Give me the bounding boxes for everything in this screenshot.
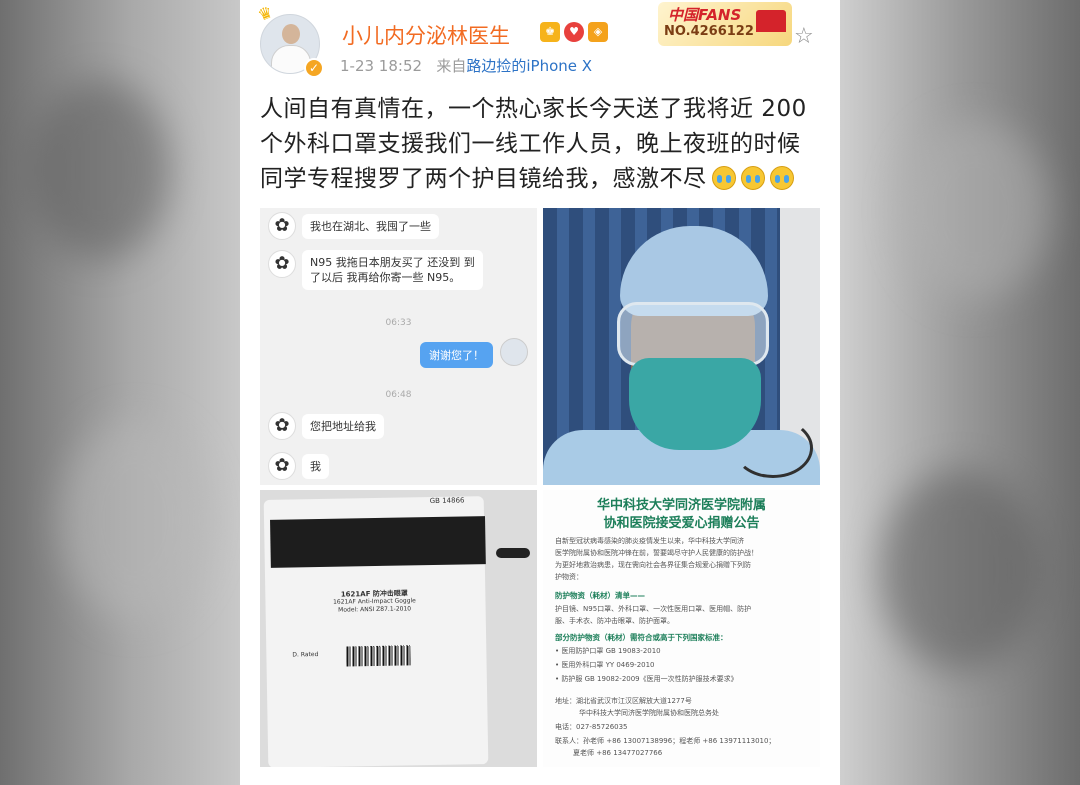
- background-left: [0, 0, 240, 785]
- package-label: 1621AF 防冲击眼罩 1621AF Anti-Impact Goggle M…: [333, 589, 416, 614]
- post-image-chat[interactable]: ✿ 我也在湖北、我囤了一些 ✿ N95 我拖日本朋友买了 还没到 到 了以后 我…: [260, 208, 537, 485]
- post-timestamp: 1-23 18:52: [340, 57, 423, 75]
- post-text-line: 同学专程搜罗了两个护目镜给我，感激不尽: [260, 162, 825, 197]
- post-image-selfie[interactable]: [543, 208, 820, 485]
- notice-text: 自新型冠状病毒感染的肺炎疫情发生以来，华中科技大学同济: [555, 537, 744, 545]
- weibo-post: ♛ ✓ 小儿内分泌林医生 ♚ ♥ ◈ 中国FANS NO.4266122 ☆ 1…: [240, 0, 840, 785]
- notice-title: 华中科技大学同济医学院附属: [596, 498, 766, 513]
- notice-text: 华中科技大学同济医学院附属协和医院总务处: [579, 709, 719, 717]
- chat-time: 06:48: [385, 390, 412, 400]
- notice-text: • 医用外科口罩 YY 0469-2010: [555, 661, 655, 669]
- chat-bubble: 我也在湖北、我囤了一些: [302, 214, 439, 239]
- notice-heading: 防护物资（耗材）清单——: [555, 591, 645, 600]
- medal-badge-icon[interactable]: ◈: [588, 22, 608, 42]
- chat-avatar-icon: ✿: [268, 412, 296, 440]
- background-right: [840, 0, 1080, 785]
- chat-avatar-icon: ✿: [268, 250, 296, 278]
- notice-text: 服、手术衣、防冲击眼罩、防护面罩。: [555, 617, 674, 625]
- notice-text: 护物资：: [555, 573, 583, 581]
- post-image-notice[interactable]: 华中科技大学同济医学院附属 协和医院接受爱心捐赠公告 自新型冠状病毒感染的肺炎疫…: [543, 490, 820, 767]
- post-source-link[interactable]: 路边捡的iPhone X: [466, 57, 592, 75]
- notice-text: 医学院附属协和医院冲锋在前，誓要竭尽守护人民健康的防护战！: [555, 549, 758, 557]
- chat-bubble: 您把地址给我: [302, 414, 384, 439]
- user-badges: ♚ ♥ ◈: [540, 22, 608, 42]
- pen-shape: [496, 548, 530, 558]
- vip-badge-icon[interactable]: ♚: [540, 22, 560, 42]
- chat-bubble: 我: [302, 454, 329, 479]
- heart-badge-icon[interactable]: ♥: [564, 22, 584, 42]
- notice-text: 为更好地救治病患，现在需向社会各界征集合规爱心捐赠下列防: [555, 561, 751, 569]
- doctor-avatar-icon: [500, 338, 528, 366]
- notice-text: 地址：湖北省武汉市江汉区解放大道1277号: [555, 697, 692, 705]
- username[interactable]: 小儿内分泌林医生: [342, 20, 510, 50]
- post-text-line: 个外科口罩支援我们一线工作人员，晚上夜班的时候: [260, 131, 801, 157]
- tiananmen-icon: [756, 10, 786, 32]
- notice-heading: 部分防护物资（耗材）需符合或高于下列国家标准：: [555, 633, 728, 642]
- star-icon[interactable]: ☆: [794, 24, 814, 49]
- notice-title: 协和医院接受爱心捐赠公告: [603, 516, 760, 531]
- barcode-icon: [346, 645, 411, 667]
- fans-card-title: 中国FANS: [668, 6, 742, 24]
- post-image-package[interactable]: GB 14866 1621AF 防冲击眼罩 1621AF Anti-Impact…: [260, 490, 537, 767]
- notice-text: 电话：027-85726035: [555, 723, 628, 731]
- goggles-shape: [617, 302, 769, 366]
- post-text-line: 人间自有真情在，一个热心家长今天送了我将近 200: [260, 96, 807, 122]
- notice-text: • 防护服 GB 19082-2009《医用一次性防护服技术要求》: [555, 675, 738, 683]
- chat-avatar-icon: ✿: [268, 212, 296, 240]
- post-meta: 1-23 18:52 来自路边捡的iPhone X: [340, 55, 592, 76]
- package-rating: D. Rated: [292, 651, 319, 659]
- chat-bubble-me: 谢谢您了！: [420, 342, 493, 368]
- notice-text: • 医用防护口罩 GB 19083-2010: [555, 647, 661, 655]
- verified-icon: ✓: [304, 58, 324, 78]
- crying-emoji-icon: [740, 166, 765, 190]
- crying-emoji-icon: [769, 166, 794, 190]
- chat-bubble: N95 我拖日本朋友买了 还没到 到 了以后 我再给你寄一些 N95。: [302, 250, 483, 290]
- source-prefix: 来自: [436, 57, 467, 75]
- notice-text: 夏老师 +86 13477027766: [573, 749, 663, 757]
- fans-card-number: NO.4266122: [664, 24, 754, 39]
- crying-emoji-icon: [711, 166, 736, 190]
- package-standard: GB 14866: [429, 496, 465, 506]
- fans-card[interactable]: 中国FANS NO.4266122: [658, 2, 792, 46]
- notice-text: 联系人：孙老师 +86 13007138996；程老师 +86 13971113…: [555, 737, 776, 745]
- chat-avatar-icon: ✿: [268, 452, 296, 480]
- notice-text: 护目镜、N95口罩、外科口罩、一次性医用口罩、医用帽、防护: [555, 605, 752, 613]
- chat-time: 06:33: [385, 318, 412, 328]
- post-text: 人间自有真情在，一个热心家长今天送了我将近 200 个外科口罩支援我们一线工作人…: [260, 92, 825, 197]
